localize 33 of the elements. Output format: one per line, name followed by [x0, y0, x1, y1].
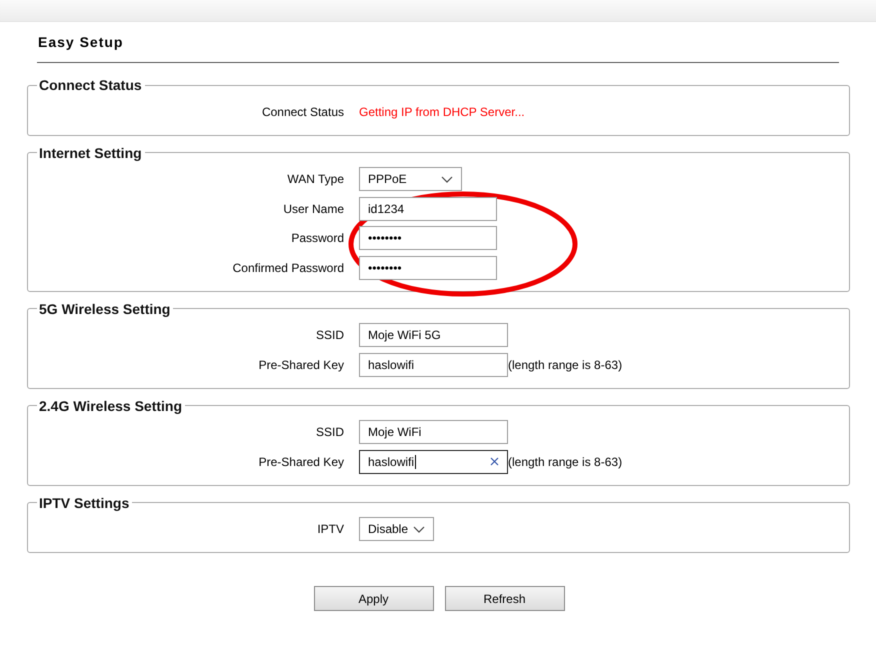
section-legend: Connect Status — [37, 77, 145, 93]
section-legend: Internet Setting — [37, 144, 145, 160]
input-field[interactable]: Moje WiFi 5G — [359, 323, 508, 348]
page-title: Easy Setup — [38, 34, 124, 50]
field-label: Connect Status — [262, 104, 344, 119]
field-label: Pre-Shared Key — [258, 454, 344, 469]
dropdown[interactable]: Disable — [359, 517, 434, 542]
field-hint: (length range is 8-63) — [508, 454, 622, 469]
dropdown[interactable]: PPPoE — [359, 167, 462, 192]
field-label: Pre-Shared Key — [258, 358, 344, 372]
input-field[interactable]: •••••••• — [359, 256, 497, 280]
clear-icon[interactable] — [490, 457, 499, 466]
chevron-down-icon — [441, 176, 453, 183]
input-field[interactable]: •••••••• — [359, 226, 497, 250]
field-label: Password — [291, 231, 344, 246]
field-label: Confirmed Password — [232, 260, 344, 275]
section-legend: 5G Wireless Setting — [37, 300, 174, 316]
field-label: WAN Type — [287, 172, 344, 186]
section-legend: 2.4G Wireless Setting — [37, 398, 186, 414]
field-label: IPTV — [317, 522, 344, 536]
input-field[interactable]: haslowifi — [359, 352, 508, 377]
input-field[interactable]: Moje WiFi — [359, 420, 508, 444]
field-label: SSID — [316, 425, 344, 440]
action-button[interactable]: Apply — [314, 586, 434, 611]
field-label: SSID — [316, 328, 344, 342]
field-hint: (length range is 8-63) — [508, 358, 622, 372]
field-label: User Name — [283, 202, 344, 216]
chevron-down-icon — [413, 526, 425, 533]
input-field[interactable]: id1234 — [359, 196, 497, 221]
action-button[interactable]: Refresh — [444, 586, 564, 611]
section-legend: IPTV Settings — [37, 494, 132, 510]
status-value: Getting IP from DHCP Server... — [359, 104, 525, 119]
input-field[interactable]: haslowifi — [359, 450, 508, 474]
